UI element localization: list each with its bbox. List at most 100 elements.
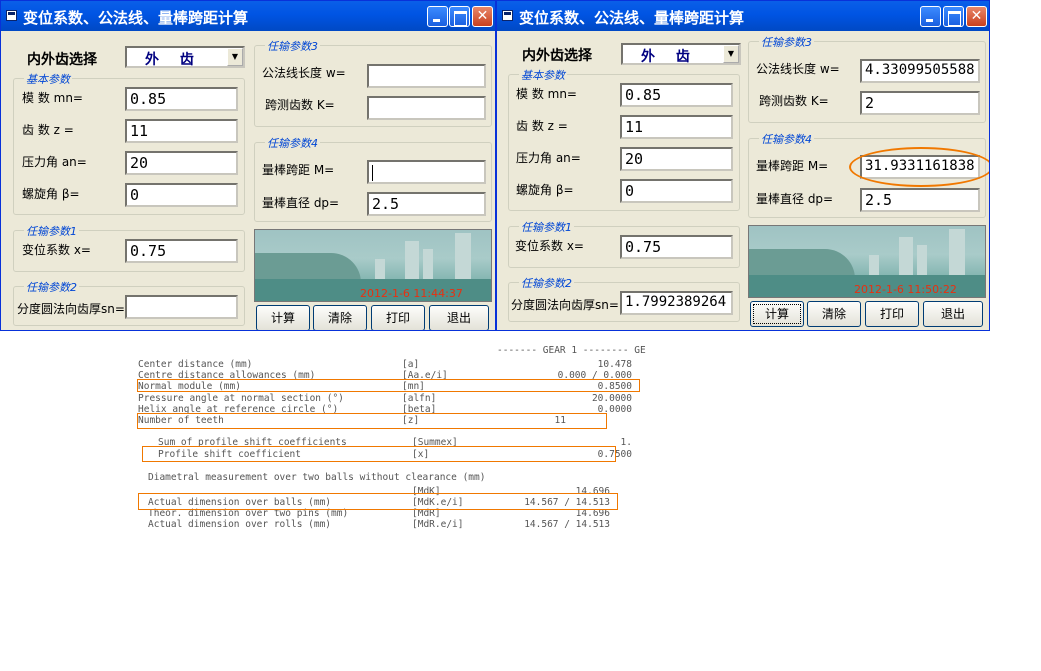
building-shape (423, 249, 433, 281)
module-input[interactable]: 0.85 (620, 83, 733, 107)
clear-button[interactable]: 清除 (807, 301, 861, 327)
group-legend: 任输参数1 (519, 219, 574, 235)
pin-diameter-input[interactable]: 2.5 (860, 188, 980, 212)
maximize-button[interactable] (449, 6, 470, 27)
pin-span-input[interactable] (367, 160, 486, 184)
gear-type-label: 内外齿选择 (522, 48, 592, 64)
module-label: 模 数 mn= (22, 91, 83, 105)
pressure-angle-label: 压力角 an= (22, 155, 87, 169)
close-button[interactable]: ✕ (472, 6, 493, 27)
building-shape (869, 255, 879, 277)
calculate-button[interactable]: 计算 (256, 305, 310, 330)
span-teeth-label: 跨测齿数 K= (265, 98, 335, 112)
minimize-button[interactable] (920, 6, 941, 27)
helix-angle-label: 螺旋角 β= (516, 183, 574, 197)
city-photo: 2012-1-6 11:50:22 (748, 225, 986, 298)
span-teeth-input[interactable]: 2 (860, 91, 980, 115)
app-icon (502, 10, 513, 21)
minimize-button[interactable] (427, 6, 448, 27)
city-photo: 2012-1-6 11:44:37 (254, 229, 492, 302)
window-title: 变位系数、公法线、量棒跨距计算 (519, 9, 745, 27)
gear-type-value: 外 齿 (145, 52, 202, 68)
report-value: 10.478 (597, 359, 632, 370)
maximize-button[interactable] (943, 6, 964, 27)
teeth-input[interactable]: 11 (620, 115, 733, 139)
report-symbol: [alfn] (402, 393, 437, 404)
building-shape (899, 237, 913, 277)
report-header: ------- GEAR 1 -------- GE (497, 345, 646, 356)
report-label: Pressure angle at normal section (°) (138, 393, 344, 404)
highlight-box (138, 493, 618, 510)
report-value: 1. (620, 437, 632, 448)
teeth-input[interactable]: 11 (125, 119, 238, 143)
pin-span-label: 量棒跨距 M= (756, 159, 829, 173)
photo-timestamp: 2012-1-6 11:44:37 (360, 287, 463, 300)
calculate-button[interactable]: 计算 (750, 301, 804, 327)
building-shape (405, 241, 419, 281)
report-symbol: [MdR.e/i] (412, 519, 464, 530)
base-tangent-length-input[interactable] (367, 64, 486, 88)
group-legend: 任输参数3 (265, 38, 320, 54)
pin-diameter-input[interactable]: 2.5 (367, 192, 486, 216)
highlight-box (137, 413, 607, 429)
highlight-ellipse (849, 147, 989, 187)
group-legend: 任输参数1 (24, 223, 79, 239)
exit-button[interactable]: 退出 (429, 305, 489, 330)
gear-type-value: 外 齿 (641, 49, 698, 65)
helix-angle-label: 螺旋角 β= (22, 187, 80, 201)
gear-type-select[interactable]: 外 齿 ▼ (125, 46, 245, 68)
building-shape (949, 229, 965, 277)
tooth-thickness-input[interactable]: 1.7992389264 (620, 291, 733, 315)
shift-coef-label: 变位系数 x= (515, 239, 584, 253)
tooth-thickness-label: 分度圆法向齿厚sn= (17, 302, 125, 316)
exit-button[interactable]: 退出 (923, 301, 983, 327)
report-value: 20.0000 (591, 393, 632, 404)
window-title: 变位系数、公法线、量棒跨距计算 (23, 9, 249, 27)
dropdown-arrow-icon[interactable]: ▼ (227, 48, 243, 66)
print-button[interactable]: 打印 (865, 301, 919, 327)
report-label: Actual dimension over rolls (mm) (148, 519, 332, 530)
teeth-label: 齿 数 z = (516, 119, 568, 133)
highlight-box (142, 446, 616, 462)
base-tangent-length-input[interactable]: 4.33099505588 (860, 59, 980, 83)
title-bar[interactable]: 变位系数、公法线、量棒跨距计算 ✕ (497, 1, 989, 31)
clear-button[interactable]: 清除 (313, 305, 367, 330)
print-button[interactable]: 打印 (371, 305, 425, 330)
report-label: Diametral measurement over two balls wit… (148, 472, 486, 483)
module-label: 模 数 mn= (516, 87, 577, 101)
group-legend: 任输参数2 (24, 279, 79, 295)
photo-timestamp: 2012-1-6 11:50:22 (854, 283, 957, 296)
dropdown-arrow-icon[interactable]: ▼ (723, 45, 739, 63)
building-shape (375, 259, 385, 281)
report-symbol: [a] (402, 359, 420, 370)
span-teeth-input[interactable] (367, 96, 486, 120)
tooth-thickness-label: 分度圆法向齿厚sn= (511, 298, 619, 312)
teeth-label: 齿 数 z = (22, 123, 74, 137)
helix-angle-input[interactable]: 0 (620, 179, 733, 203)
module-input[interactable]: 0.85 (125, 87, 238, 111)
group-legend: 任输参数4 (759, 131, 814, 147)
base-tangent-length-label: 公法线长度 w= (756, 62, 840, 76)
title-bar[interactable]: 变位系数、公法线、量棒跨距计算 ✕ (1, 1, 495, 31)
report-value: 14.567 / 14.513 (524, 519, 610, 530)
tooth-thickness-input[interactable] (125, 295, 238, 319)
group-legend: 任输参数4 (265, 135, 320, 151)
shift-coef-label: 变位系数 x= (22, 243, 91, 257)
group-legend: 基本参数 (519, 67, 567, 83)
building-shape (455, 233, 471, 281)
group-legend: 任输参数2 (519, 275, 574, 291)
pin-diameter-label: 量棒直径 dp= (262, 196, 340, 210)
shift-coef-input[interactable]: 0.75 (125, 239, 238, 263)
pressure-angle-input[interactable]: 20 (620, 147, 733, 171)
building-shape (917, 245, 927, 277)
pressure-angle-label: 压力角 an= (516, 151, 581, 165)
close-button[interactable]: ✕ (966, 6, 987, 27)
shift-coef-input[interactable]: 0.75 (620, 235, 733, 259)
base-tangent-length-label: 公法线长度 w= (262, 66, 346, 80)
calc-window-2: 变位系数、公法线、量棒跨距计算 ✕ 内外齿选择 外 齿 ▼ 基本参数 模 数 m… (496, 0, 990, 331)
helix-angle-input[interactable]: 0 (125, 183, 238, 207)
pin-span-label: 量棒跨距 M= (262, 163, 335, 177)
gear-type-select[interactable]: 外 齿 ▼ (621, 43, 741, 65)
pressure-angle-input[interactable]: 20 (125, 151, 238, 175)
gear-type-label: 内外齿选择 (27, 52, 97, 68)
